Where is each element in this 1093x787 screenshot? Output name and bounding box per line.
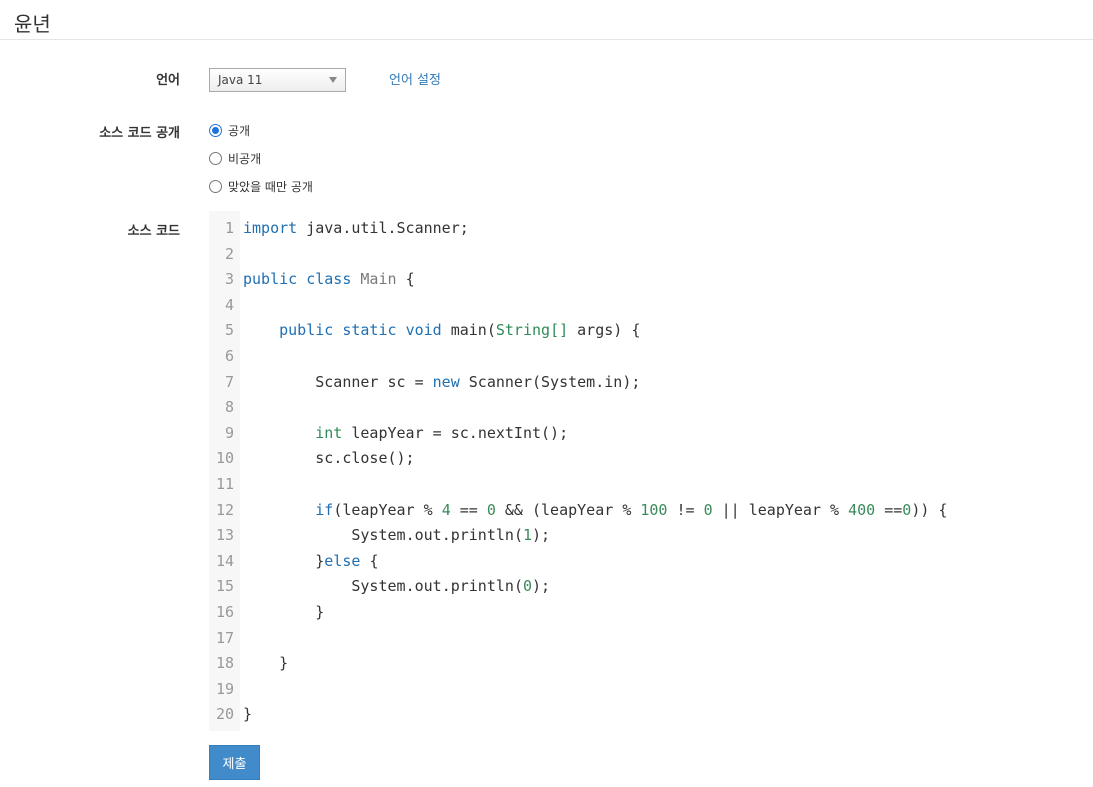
visibility-label: 소스 코드 공개 [99,126,180,141]
visibility-option-label: 맞았을 때만 공개 [228,180,313,194]
language-select[interactable]: Java 11 [209,68,346,92]
code-line: 9 int leapYear = sc.nextInt(); [209,420,1093,446]
code-line: 20} [209,701,1093,727]
radio-unchecked-icon[interactable] [209,152,222,165]
line-number: 5 [224,321,234,340]
code-line: 5 public static void main(String[] args)… [209,317,1093,343]
line-number: 14 [215,551,234,570]
code-text: import java.util.Scanner; [243,219,469,237]
visibility-option-label: 공개 [228,124,251,138]
code-line: 17 [209,625,1093,651]
line-number: 1 [224,219,234,237]
code-line: 7 Scanner sc = new Scanner(System.in); [209,369,1093,395]
line-number: 15 [215,577,234,596]
visibility-option-accepted-only[interactable]: 맞았을 때만 공개 [209,178,313,195]
code-text: System.out.println(0); [351,577,551,596]
code-line: 3 public class Main { [209,266,1093,292]
language-selected-value: Java 11 [218,73,263,87]
line-number: 12 [215,500,234,519]
line-number: 13 [215,526,234,545]
code-line: 18 } [209,650,1093,676]
code-line: 2 [209,241,1093,267]
line-number: 19 [215,679,234,698]
line-number: 6 [224,347,234,365]
code-text: } [243,705,253,724]
visibility-option-public[interactable]: 공개 [209,122,250,139]
line-number: 10 [215,449,234,468]
code-line: 16 } [209,599,1093,625]
code-text: Scanner sc = new Scanner(System.in); [315,372,641,391]
visibility-option-label: 비공개 [228,152,262,166]
line-number: 9 [224,423,234,442]
code-line: 13 System.out.println(1); [209,522,1093,548]
line-number: 2 [224,244,234,263]
code-text: public class Main { [243,270,415,289]
language-settings-link[interactable]: 언어 설정 [389,69,441,88]
line-number: 7 [224,372,234,391]
line-number: 4 [224,295,234,314]
code-text: } [315,603,325,621]
line-number: 17 [215,628,234,647]
code-line: 4 [209,292,1093,318]
source-code-label: 소스 코드 [127,224,180,239]
code-text: } [279,654,289,673]
code-line: 6 [209,343,1093,369]
line-number: 16 [215,603,234,621]
submit-button[interactable]: 제출 [209,745,260,780]
code-line: 1 import java.util.Scanner; [209,215,1093,241]
title-divider [0,39,1093,40]
line-number: 18 [215,654,234,673]
code-line: 14 }else { [209,548,1093,574]
code-text: if(leapYear % 4 == 0 && (leapYear % 100 … [315,500,948,519]
line-number: 11 [215,475,234,493]
code-editor[interactable]: 1 import java.util.Scanner; 2 3 public class… [209,211,1093,731]
code-line: 11 [209,471,1093,497]
code-line: 8 [209,394,1093,420]
code-text: System.out.println(1); [351,526,551,545]
code-line: 12 if(leapYear % 4 == 0 && (leapYear % 1… [209,497,1093,523]
code-text: int leapYear = sc.nextInt(); [315,423,569,442]
chevron-down-icon [329,77,337,83]
page-title: 윤년 [14,12,51,36]
line-number: 20 [215,705,234,724]
code-text: }else { [315,551,379,570]
code-line: 19 [209,676,1093,702]
code-line: 15 System.out.println(0); [209,573,1093,599]
language-label: 언어 [156,73,180,88]
line-number: 3 [224,270,234,289]
line-number: 8 [224,398,234,417]
radio-unchecked-icon[interactable] [209,180,222,193]
visibility-option-private[interactable]: 비공개 [209,150,261,167]
radio-checked-icon[interactable] [209,124,222,137]
code-text: sc.close(); [315,449,415,468]
code-line: 10 sc.close(); [209,445,1093,471]
code-text: public static void main(String[] args) { [279,321,641,340]
